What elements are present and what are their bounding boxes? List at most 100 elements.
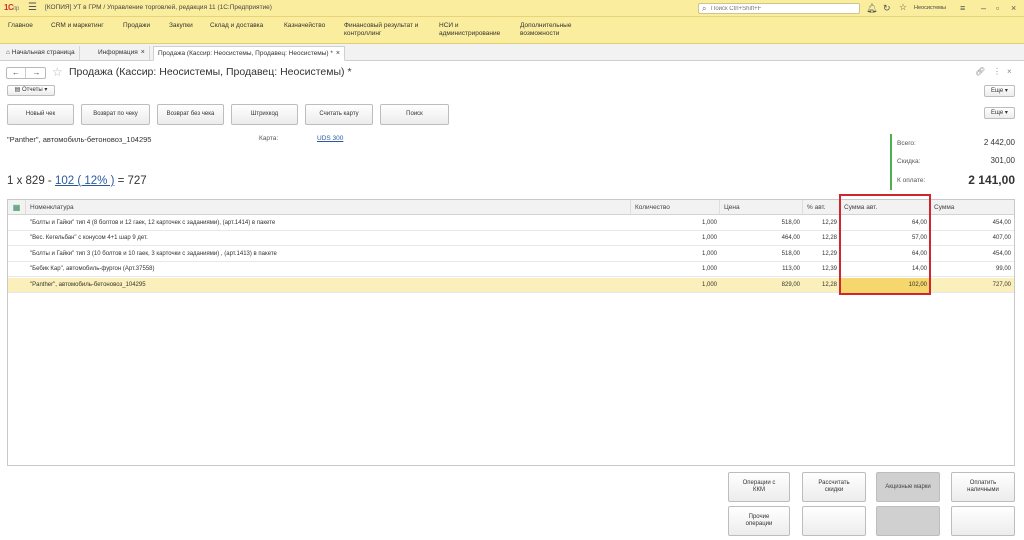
search-input[interactable]	[711, 5, 856, 13]
menu-item-purchases[interactable]: Закупки	[169, 22, 193, 30]
forward-arrow-icon[interactable]: →	[27, 68, 46, 78]
menu-item-warehouse[interactable]: Склад и доставка	[210, 22, 263, 30]
card-link[interactable]: UDS 300	[317, 135, 343, 142]
cell-qty: 1,000	[701, 220, 717, 226]
cell-sum: 454,00	[992, 251, 1011, 257]
cell-name: "Panther", автомобиль-бетоновоз_104295	[30, 282, 146, 288]
return-by-receipt-button[interactable]: Возврат по чеку	[81, 104, 150, 125]
cell-qty: 1,000	[701, 266, 717, 272]
total-label: Всего:	[897, 140, 916, 147]
cell-price: 113,00	[782, 266, 800, 272]
close-tab-icon[interactable]: ×	[336, 50, 340, 57]
cell-sum: 99,00	[995, 266, 1011, 272]
total-value: 2 442,00	[983, 138, 1015, 147]
menu-item-financial[interactable]: Финансовый результат и контроллинг	[344, 22, 430, 38]
sections-menu: Главное CRM и маркетинг Продажи Закупки …	[0, 17, 1024, 44]
user-name[interactable]: Неосистемы	[914, 5, 946, 11]
discount-link[interactable]: 102 ( 12% )	[55, 175, 114, 187]
history-icon[interactable]: ↻	[883, 3, 891, 13]
discount-label: Скидка:	[897, 158, 921, 165]
col-header-sum[interactable]: Сумма	[930, 200, 1014, 215]
search-icon: ⌕	[702, 4, 707, 13]
reports-dropdown[interactable]: ▤ Отчеты ▾	[7, 85, 55, 96]
tab-info[interactable]: Информация ×	[94, 46, 150, 61]
cell-qty: 1,000	[701, 282, 717, 288]
open-tabs: ⌂ Начальная страница Информация × Продажа…	[0, 44, 1024, 61]
menu-item-extra[interactable]: Дополнительные возможности	[520, 22, 580, 38]
empty-button[interactable]	[876, 506, 940, 536]
app-logo: 1Спр	[4, 3, 19, 12]
empty-button[interactable]	[951, 506, 1015, 536]
current-product-name: "Panther", автомобиль-бетоновоз_104295	[7, 135, 152, 144]
barcode-button[interactable]: Штрихкод	[231, 104, 298, 125]
close-tab-icon[interactable]: ×	[141, 49, 145, 56]
minimize-icon[interactable]: –	[981, 3, 986, 13]
cell-auto-pct: 12,28	[821, 235, 837, 241]
highlight-frame	[839, 194, 931, 295]
cell-name: "Болты и Гайки" тип 3 (10 болтов и 10 га…	[30, 251, 277, 257]
read-card-button[interactable]: Считать карту	[305, 104, 373, 125]
cell-name: "Болты и Гайки" тип 4 (8 болтов и 12 гае…	[30, 220, 276, 226]
cell-sum: 454,00	[992, 220, 1011, 226]
cell-qty: 1,000	[701, 235, 717, 241]
more-button-second[interactable]: Еще ▾	[984, 107, 1015, 119]
reports-icon: ▤	[14, 87, 21, 93]
bell-icon[interactable]: 🔔︎	[866, 3, 877, 13]
search-button[interactable]: Поиск	[380, 104, 449, 125]
empty-button[interactable]	[802, 506, 866, 536]
menu-item-sales[interactable]: Продажи	[123, 22, 150, 30]
return-without-receipt-button[interactable]: Возврат без чека	[157, 104, 224, 125]
excise-marks-button[interactable]: Акцизные марки	[876, 472, 940, 502]
cell-price: 518,00	[781, 251, 800, 257]
col-header-qty[interactable]: Количество	[631, 200, 720, 215]
discount-value: 301,00	[990, 156, 1015, 165]
cell-auto-pct: 12,29	[821, 251, 837, 257]
close-window-icon[interactable]: ×	[1011, 3, 1016, 13]
kkm-operations-button[interactable]: Операции с ККМ	[728, 472, 790, 502]
main-menu-icon[interactable]: ☰	[28, 3, 37, 13]
col-header-auto-pct[interactable]: % авт.	[803, 200, 840, 215]
cell-auto-pct: 12,29	[821, 220, 837, 226]
restore-icon[interactable]: ▫	[996, 3, 999, 13]
more-button-top[interactable]: Еще ▾	[984, 85, 1015, 97]
pay-cash-button[interactable]: Оплатить наличными	[951, 472, 1015, 502]
window-title: [КОПИЯ] УТ в ГРМ / Управление торговлей,…	[45, 4, 272, 11]
back-arrow-icon[interactable]: ←	[7, 68, 26, 78]
card-label: Карта:	[259, 135, 279, 142]
link-icon[interactable]: 🔗︎	[975, 67, 985, 76]
totals-accent-bar	[890, 134, 892, 190]
cell-name: "Бебик Кар", автомобиль-фургон (Арт.3755…	[30, 266, 155, 272]
price-calculation: 1 х 829 - 102 ( 12% ) = 727	[7, 175, 147, 187]
page-title: Продажа (Кассир: Неосистемы, Продавец: Н…	[69, 66, 352, 78]
col-header-price[interactable]: Цена	[720, 200, 803, 215]
cell-qty: 1,000	[701, 251, 717, 257]
table-settings-icon[interactable]: ▦	[8, 200, 26, 215]
global-search[interactable]: ⌕	[698, 3, 860, 14]
home-icon: ⌂	[6, 49, 10, 56]
cell-auto-pct: 12,39	[821, 266, 837, 272]
tab-sale[interactable]: Продажа (Кассир: Неосистемы, Продавец: Н…	[153, 46, 345, 61]
col-header-name[interactable]: Номенклатура	[26, 200, 631, 215]
cell-name: "Вес. Кегельбан" с конусом 4+1 шар 9 дет…	[30, 235, 148, 241]
other-operations-button[interactable]: Прочие операции	[728, 506, 790, 536]
to-pay-label: К оплате:	[897, 177, 926, 184]
menu-item-crm[interactable]: CRM и маркетинг	[51, 22, 104, 30]
to-pay-value: 2 141,00	[968, 173, 1015, 187]
cell-sum: 727,00	[992, 282, 1011, 288]
cell-price: 464,00	[781, 235, 800, 241]
favorites-icon[interactable]: ☆	[899, 2, 907, 12]
recalc-discounts-button[interactable]: Рассчитать скидки	[802, 472, 866, 502]
cell-sum: 407,00	[992, 235, 1011, 241]
new-receipt-button[interactable]: Новый чек	[7, 104, 74, 125]
menu-item-nsi[interactable]: НСИ и администрирование	[439, 22, 509, 38]
settings-icon[interactable]: ≡	[960, 3, 965, 13]
title-bar: 1Спр ☰ [КОПИЯ] УТ в ГРМ / Управление тор…	[0, 0, 1024, 17]
more-vert-icon[interactable]: ⋮	[993, 67, 1001, 76]
menu-item-treasury[interactable]: Казначейство	[284, 22, 325, 30]
menu-item-main[interactable]: Главное	[8, 22, 33, 30]
close-form-icon[interactable]: ×	[1007, 67, 1012, 76]
cell-auto-pct: 12,28	[821, 282, 837, 288]
history-nav: ← →	[6, 67, 46, 79]
favorite-star-icon[interactable]: ☆	[52, 65, 63, 79]
tab-home[interactable]: ⌂ Начальная страница	[2, 46, 80, 61]
